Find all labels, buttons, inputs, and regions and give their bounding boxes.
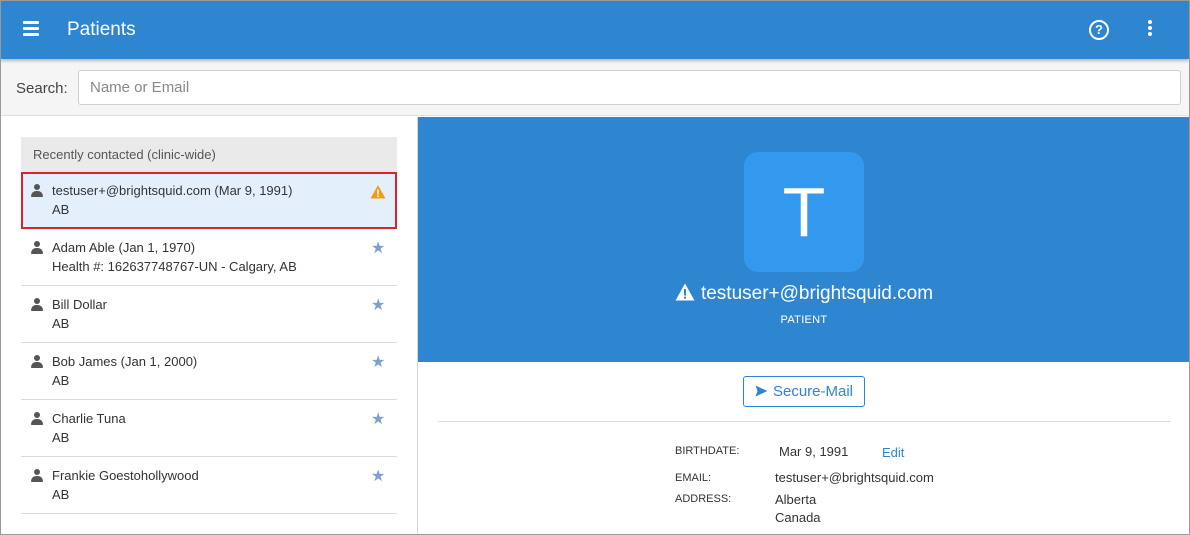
app-header: Patients ? xyxy=(1,1,1189,59)
hamburger-menu-icon[interactable] xyxy=(23,21,39,37)
patient-subtitle: AB xyxy=(52,373,70,388)
search-input[interactable] xyxy=(78,70,1181,105)
warning-icon xyxy=(370,185,386,199)
person-icon xyxy=(31,241,43,254)
email-value: testuser+@brightsquid.com xyxy=(775,470,934,485)
patient-name: testuser+@brightsquid.com (Mar 9, 1991) xyxy=(52,183,293,198)
secure-mail-button[interactable]: Secure-Mail xyxy=(743,376,865,407)
patient-name: Adam Able (Jan 1, 1970) xyxy=(52,240,196,255)
patient-subtitle: AB xyxy=(52,202,70,217)
list-section-header: Recently contacted (clinic-wide) xyxy=(21,137,397,172)
patient-name: Bill Dollar xyxy=(52,297,107,312)
star-icon[interactable]: ★ xyxy=(371,355,385,371)
email-label: EMAIL: xyxy=(675,472,712,484)
page-title: Patients xyxy=(67,19,136,40)
list-item[interactable]: testuser+@brightsquid.com (Mar 9, 1991) … xyxy=(21,172,397,229)
birthdate-label: BIRTHDATE: xyxy=(675,445,740,457)
list-item[interactable]: Charlie Tuna AB ★ xyxy=(21,400,397,457)
star-icon[interactable]: ★ xyxy=(371,241,385,257)
profile-role: PATIENT xyxy=(780,314,828,326)
patient-list-panel: Recently contacted (clinic-wide) testuse… xyxy=(1,117,417,534)
list-item[interactable]: Bill Dollar AB ★ xyxy=(21,286,397,343)
profile-hero: T testuser+@brightsquid.com PATIENT xyxy=(418,117,1189,362)
patient-name: Charlie Tuna xyxy=(52,411,126,426)
avatar: T xyxy=(744,152,864,272)
app-window: Patients ? Search: Recently contacted (c… xyxy=(0,0,1190,535)
list-item[interactable]: Frankie Goestohollywood AB ★ xyxy=(21,457,397,514)
address-line-1: Alberta xyxy=(775,492,817,507)
list-item[interactable]: Bob James (Jan 1, 2000) AB ★ xyxy=(21,343,397,400)
address-label: ADDRESS: xyxy=(675,493,732,505)
person-icon xyxy=(31,355,43,368)
warning-icon xyxy=(675,283,695,301)
list-item[interactable]: Adam Able (Jan 1, 1970) Health #: 162637… xyxy=(21,229,397,286)
birthdate-value: Mar 9, 1991 xyxy=(779,444,849,459)
patient-subtitle: AB xyxy=(52,430,70,445)
patient-subtitle: AB xyxy=(52,316,70,331)
person-icon xyxy=(31,298,43,311)
star-icon[interactable]: ★ xyxy=(371,469,385,485)
profile-email: testuser+@brightsquid.com xyxy=(700,283,934,304)
search-bar: Search: xyxy=(1,59,1189,116)
help-icon[interactable]: ? xyxy=(1089,20,1109,40)
person-icon xyxy=(31,184,43,197)
address-line-2: Canada xyxy=(775,510,821,525)
person-icon xyxy=(31,412,43,425)
more-options-icon[interactable] xyxy=(1143,20,1157,40)
person-icon xyxy=(31,469,43,482)
search-label: Search: xyxy=(16,80,68,97)
edit-birthdate-link[interactable]: Edit xyxy=(882,445,904,460)
star-icon[interactable]: ★ xyxy=(371,412,385,428)
secure-mail-label: Secure-Mail xyxy=(772,383,854,400)
patient-list: testuser+@brightsquid.com (Mar 9, 1991) … xyxy=(21,172,397,514)
divider xyxy=(438,421,1171,422)
patient-subtitle: Health #: 162637748767-UN - Calgary, AB xyxy=(52,259,297,274)
patient-name: Frankie Goestohollywood xyxy=(52,468,199,483)
patient-detail-panel: T testuser+@brightsquid.com PATIENT Secu… xyxy=(417,117,1189,534)
send-icon xyxy=(755,385,768,397)
star-icon[interactable]: ★ xyxy=(371,298,385,314)
patient-subtitle: AB xyxy=(52,487,70,502)
patient-name: Bob James (Jan 1, 2000) xyxy=(52,354,198,369)
profile-name: testuser+@brightsquid.com xyxy=(418,283,1189,305)
